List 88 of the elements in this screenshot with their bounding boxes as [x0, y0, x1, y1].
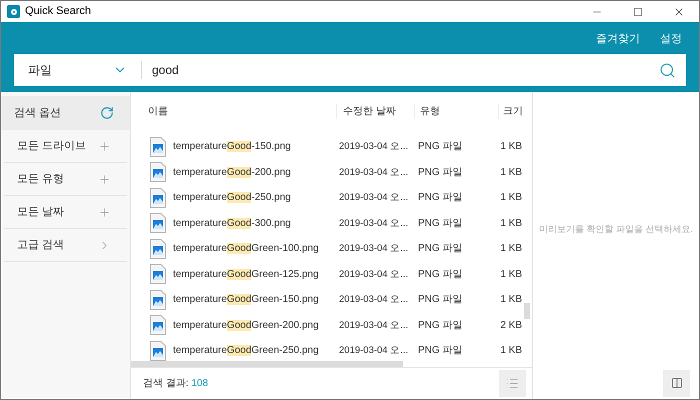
- file-row[interactable]: temperatureGoodGreen-150.png 2019-03-04 오... PNG 파일 1 KB: [131, 287, 524, 312]
- date-cell-text: 2019-03-04 오...: [338, 218, 408, 229]
- date-cell-text: 2019-03-04 오...: [338, 345, 408, 356]
- image-file-icon: [150, 136, 166, 157]
- file-name: temperatureGood-250.png: [173, 191, 291, 206]
- date-cell-text: 2019-03-04 오...: [338, 294, 408, 306]
- preview-toggle-button[interactable]: [663, 370, 690, 396]
- panel-icon: [670, 377, 682, 389]
- sidebar-label: 모든 드라이브: [17, 138, 86, 154]
- image-file-icon: [150, 238, 166, 259]
- list-view-button[interactable]: [499, 370, 526, 397]
- file-row[interactable]: temperatureGood-150.png 2019-03-04 오... PNG 파일 1 KB: [131, 134, 524, 160]
- date-cell-text: 2019-03-04 오...: [338, 192, 408, 204]
- sidebar-item[interactable]: 모든 날짜: [4, 196, 127, 229]
- search-field[interactable]: good: [152, 54, 655, 86]
- image-file-icon: [150, 290, 166, 310]
- file-row[interactable]: temperatureGoodGreen-100.png 2019-03-04 오... PNG 파일 1 KB: [131, 236, 524, 262]
- horizontal-scrollbar[interactable]: [131, 361, 403, 367]
- search-icon: [659, 62, 676, 78]
- sidebar-item[interactable]: 검색 옵션: [1, 96, 130, 130]
- image-file-icon: [150, 264, 166, 284]
- size-cell-text: 1 KB: [499, 140, 523, 154]
- type-cell-text: PNG 파일: [417, 192, 462, 204]
- preview-message: 미리보기를 확인할 파일을 선택하세요.: [538, 222, 693, 236]
- app-logo-icon: [7, 5, 20, 18]
- file-name: temperatureGoodGreen-125.png: [173, 268, 319, 282]
- type-cell-text: PNG 파일: [417, 294, 462, 306]
- image-file-icon: [150, 315, 166, 336]
- file-name: temperatureGoodGreen-200.png: [173, 318, 319, 333]
- column-header[interactable]: 크기: [498, 104, 524, 118]
- sidebar-label: 고급 검색: [17, 238, 64, 253]
- sidebar-label: 모든 날짜: [17, 204, 64, 220]
- type-cell-text: PNG 파일: [417, 243, 462, 254]
- sidebar-label: 모든 유형: [17, 172, 64, 187]
- file-row[interactable]: temperatureGood-250.png 2019-03-04 오... PNG 파일 1 KB: [131, 185, 524, 210]
- file-row[interactable]: temperatureGoodGreen-200.png 2019-03-04 오... PNG 파일 2 KB: [131, 312, 524, 338]
- plus-icon[interactable]: [98, 172, 111, 186]
- window-title: Quick Search: [25, 4, 92, 20]
- sidebar-item[interactable]: 모든 유형: [4, 163, 127, 196]
- file-row[interactable]: temperatureGood-300.png 2019-03-04 오... PNG 파일 1 KB: [131, 210, 524, 236]
- size-cell-text: 1 KB: [499, 242, 523, 256]
- maximize-icon[interactable]: [633, 6, 643, 16]
- result-count: 검색 결과: 108: [143, 377, 208, 391]
- size-cell-text: 1 KB: [499, 293, 523, 308]
- size-cell-text: 1 KB: [499, 166, 523, 180]
- sidebar-label: 검색 옵션: [14, 106, 62, 121]
- file-row[interactable]: temperatureGoodGreen-250.png 2019-03-04 오... PNG 파일 1 KB: [131, 338, 524, 361]
- type-cell-text: PNG 파일: [417, 345, 462, 356]
- plus-icon[interactable]: [98, 140, 111, 152]
- date-cell-text: 2019-03-04 오...: [338, 320, 408, 331]
- size-cell-text: 1 KB: [499, 268, 523, 282]
- sidebar-item[interactable]: 고급 검색: [4, 229, 127, 262]
- file-name: temperatureGood-150.png: [173, 140, 291, 154]
- column-header[interactable]: 수정한 날짜: [336, 104, 414, 118]
- image-file-icon: [150, 162, 166, 182]
- type-cell-text: PNG 파일: [417, 166, 462, 178]
- file-name: temperatureGoodGreen-100.png: [173, 242, 319, 256]
- type-cell-text: PNG 파일: [417, 320, 462, 331]
- scope-dropdown[interactable]: 파일: [14, 54, 131, 86]
- file-name: temperatureGood-300.png: [173, 216, 291, 231]
- size-cell-text: 1 KB: [499, 191, 523, 206]
- type-cell-text: PNG 파일: [417, 141, 462, 152]
- file-name: temperatureGood-200.png: [173, 166, 291, 180]
- date-cell-text: 2019-03-04 오...: [338, 268, 408, 280]
- file-row[interactable]: temperatureGoodGreen-125.png 2019-03-04 오... PNG 파일 1 KB: [131, 262, 524, 287]
- vertical-scrollbar[interactable]: [524, 303, 530, 319]
- image-file-icon: [150, 340, 166, 361]
- date-cell-text: 2019-03-04 오...: [338, 141, 408, 152]
- column-header[interactable]: 이름: [131, 104, 336, 118]
- file-name: temperatureGoodGreen-150.png: [173, 293, 319, 308]
- size-cell-text: 1 KB: [499, 344, 523, 358]
- refresh-icon[interactable]: [100, 106, 114, 120]
- type-cell-text: PNG 파일: [417, 218, 462, 229]
- column-header[interactable]: 유형: [414, 104, 498, 118]
- plus-icon[interactable]: [98, 206, 111, 218]
- date-cell-text: 2019-03-04 오...: [338, 166, 408, 178]
- date-cell-text: 2019-03-04 오...: [338, 243, 408, 254]
- type-cell-text: PNG 파일: [417, 268, 462, 280]
- file-row[interactable]: temperatureGood-200.png 2019-03-04 오... PNG 파일 1 KB: [131, 160, 524, 185]
- image-file-icon: [150, 213, 166, 234]
- image-file-icon: [150, 188, 166, 208]
- size-cell-text: 2 KB: [499, 318, 523, 333]
- sidebar-item[interactable]: 모든 드라이브: [4, 130, 127, 163]
- header-link[interactable]: 설정: [660, 31, 682, 54]
- size-cell-text: 1 KB: [499, 216, 523, 231]
- header-link[interactable]: 즐겨찾기: [596, 31, 640, 54]
- search-button[interactable]: [655, 54, 686, 86]
- file-name: temperatureGoodGreen-250.png: [173, 344, 319, 358]
